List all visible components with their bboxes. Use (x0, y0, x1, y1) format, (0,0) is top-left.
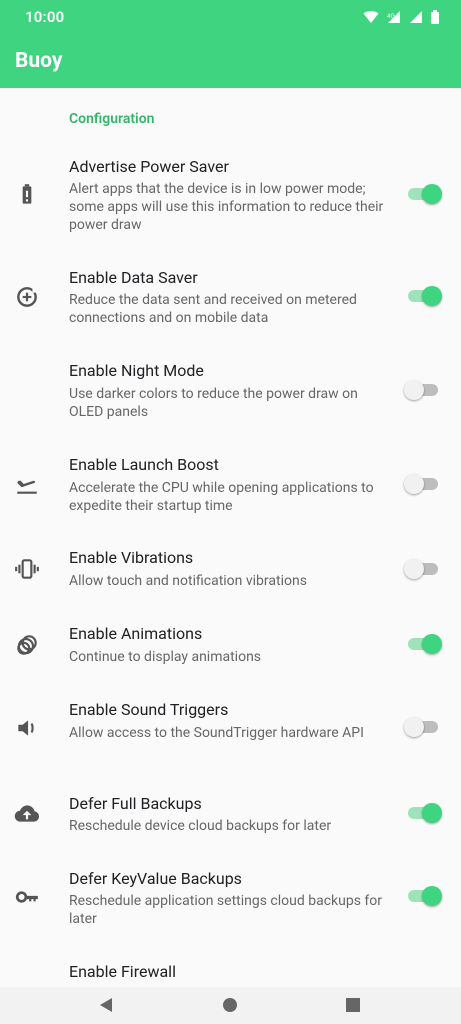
toggle-switch[interactable] (404, 472, 444, 496)
setting-title: Enable Firewall (69, 962, 176, 981)
setting-title: Defer KeyValue Backups (69, 869, 242, 888)
toggle-switch[interactable] (404, 632, 444, 656)
setting-advertise-power-saver[interactable]: Advertise Power Saver Alert apps that th… (0, 152, 461, 240)
setting-subtitle: Allow access to the SoundTrigger hardwar… (69, 725, 364, 741)
setting-defer-keyvalue-backups[interactable]: Defer KeyValue Backups Reschedule applic… (0, 868, 461, 938)
setting-subtitle: Reschedule device cloud backups for late… (69, 818, 332, 834)
app-title: Buoy (15, 49, 63, 73)
setting-title: Enable Vibrations (69, 548, 194, 567)
recents-icon[interactable] (343, 995, 363, 1015)
setting-enable-vibrations[interactable]: Enable Vibrations Allow touch and notifi… (0, 546, 461, 598)
section-header: Configuration (69, 111, 155, 127)
setting-subtitle: Reschedule application settings cloud ba… (69, 893, 382, 927)
animation-icon (17, 635, 37, 655)
setting-subtitle: Allow touch and notification vibrations (69, 573, 307, 589)
setting-subtitle: Accelerate the CPU while opening applica… (69, 480, 374, 514)
setting-subtitle: Use darker colors to reduce the power dr… (69, 386, 358, 420)
wifi-icon (363, 11, 379, 23)
volume-icon (18, 720, 34, 736)
setting-title: Advertise Power Saver (69, 157, 229, 176)
status-icons: 4G (363, 9, 439, 25)
svg-text:4G: 4G (387, 14, 395, 20)
setting-enable-data-saver[interactable]: Enable Data Saver Reduce the data sent a… (0, 264, 461, 334)
setting-title: Enable Launch Boost (69, 455, 219, 474)
setting-defer-full-backups[interactable]: Defer Full Backups Reschedule device clo… (0, 792, 461, 844)
setting-subtitle: Alert apps that the device is in low pow… (69, 181, 384, 233)
battery-icon (431, 10, 439, 24)
setting-title: Defer Full Backups (69, 794, 202, 813)
launch-icon (17, 480, 37, 494)
setting-enable-animations[interactable]: Enable Animations Continue to display an… (0, 622, 461, 674)
app-bar: Buoy (0, 34, 461, 88)
setting-title: Enable Animations (69, 624, 203, 643)
setting-enable-launch-boost[interactable]: Enable Launch Boost Accelerate the CPU w… (0, 452, 461, 522)
navigation-bar (0, 987, 461, 1024)
night-mode-icon (23, 380, 34, 400)
toggle-switch[interactable] (404, 182, 444, 206)
toggle-switch[interactable] (404, 284, 444, 308)
status-bar: 10:00 4G (0, 0, 461, 34)
setting-title: Enable Night Mode (69, 361, 204, 380)
data-saver-icon (17, 287, 38, 307)
vibration-icon (15, 559, 39, 579)
toggle-switch[interactable] (404, 378, 444, 402)
key-icon (15, 891, 38, 903)
mobile-data-icon: 4G (387, 11, 400, 23)
status-time: 10:00 (25, 8, 65, 26)
setting-title: Enable Sound Triggers (69, 700, 229, 719)
toggle-switch[interactable] (404, 801, 444, 825)
setting-title: Enable Data Saver (69, 268, 198, 287)
setting-enable-sound-triggers[interactable]: Enable Sound Triggers Allow access to th… (0, 698, 461, 768)
signal-icon (410, 11, 422, 23)
settings-list[interactable]: Configuration Advertise Power Saver Aler… (0, 88, 461, 987)
toggle-switch[interactable] (404, 557, 444, 581)
battery-saver-icon (22, 184, 32, 204)
home-icon[interactable] (220, 995, 240, 1015)
toggle-switch[interactable] (404, 884, 444, 908)
setting-enable-firewall[interactable]: Enable Firewall (0, 960, 461, 987)
setting-subtitle: Reduce the data sent and received on met… (69, 292, 357, 326)
cloud-upload-icon (14, 805, 40, 822)
setting-enable-night-mode[interactable]: Enable Night Mode Use darker colors to r… (0, 358, 461, 428)
setting-subtitle: Continue to display animations (69, 649, 262, 665)
back-icon[interactable] (97, 995, 117, 1015)
toggle-switch[interactable] (404, 715, 444, 739)
